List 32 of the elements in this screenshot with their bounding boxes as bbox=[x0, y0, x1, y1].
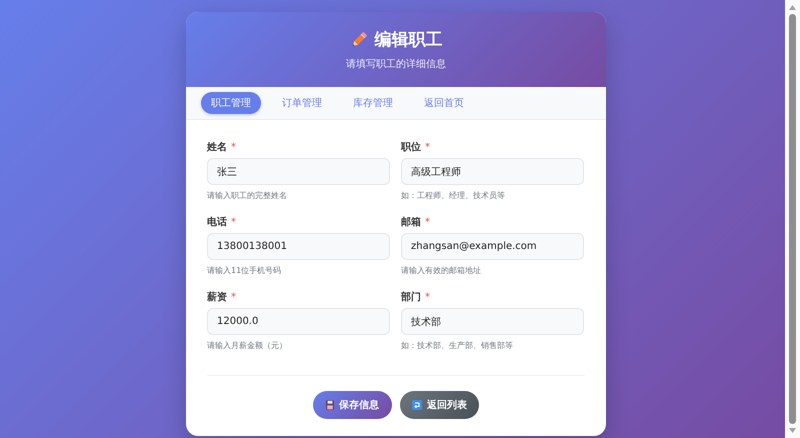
field-hint: 请输入有效的邮箱地址 bbox=[401, 265, 482, 276]
input-field[interactable]: 高级工程师 bbox=[401, 158, 584, 185]
input-field[interactable]: 12000.0 bbox=[207, 308, 390, 335]
field-label: 邮箱 bbox=[401, 216, 421, 229]
required-mark: * bbox=[231, 142, 236, 153]
required-mark: * bbox=[231, 217, 236, 228]
required-mark: * bbox=[425, 217, 430, 228]
required-mark: * bbox=[425, 292, 430, 303]
required-mark: * bbox=[425, 142, 430, 153]
page-title: 编辑职工 bbox=[374, 29, 442, 51]
input-field[interactable]: 张三 bbox=[207, 158, 390, 185]
field-hint: 请输入月薪金额（元） bbox=[207, 340, 288, 351]
field-hint: 请输入职工的完整姓名 bbox=[207, 190, 288, 201]
field-hint: 如：技术部、生产部、销售部等 bbox=[401, 340, 514, 351]
back-button[interactable]: 返回列表 bbox=[400, 391, 479, 419]
field-label: 职位 bbox=[401, 140, 421, 154]
field-label: 部门 bbox=[401, 290, 421, 304]
field-label: 薪资 bbox=[207, 290, 227, 304]
scrollbar[interactable] bbox=[785, 0, 800, 438]
required-mark: * bbox=[231, 292, 236, 303]
field-label: 电话 bbox=[207, 216, 227, 229]
input-field[interactable]: 技术部 bbox=[401, 308, 584, 335]
save-button[interactable]: 保存信息 bbox=[313, 391, 392, 419]
nav-tab[interactable]: 库存管理 bbox=[343, 92, 403, 114]
nav-tab[interactable]: 职工管理 bbox=[201, 92, 261, 114]
return-arrow-icon bbox=[412, 400, 422, 410]
page-subtitle: 请填写职工的详细信息 bbox=[346, 58, 446, 71]
field-hint: 如：工程师、经理、技术员等 bbox=[401, 190, 506, 201]
field-label: 姓名 bbox=[207, 140, 227, 154]
field-hint: 请输入11位手机号码 bbox=[207, 265, 282, 276]
input-field[interactable]: zhangsan@example.com bbox=[401, 233, 584, 260]
input-field[interactable]: 13800138001 bbox=[207, 233, 390, 260]
